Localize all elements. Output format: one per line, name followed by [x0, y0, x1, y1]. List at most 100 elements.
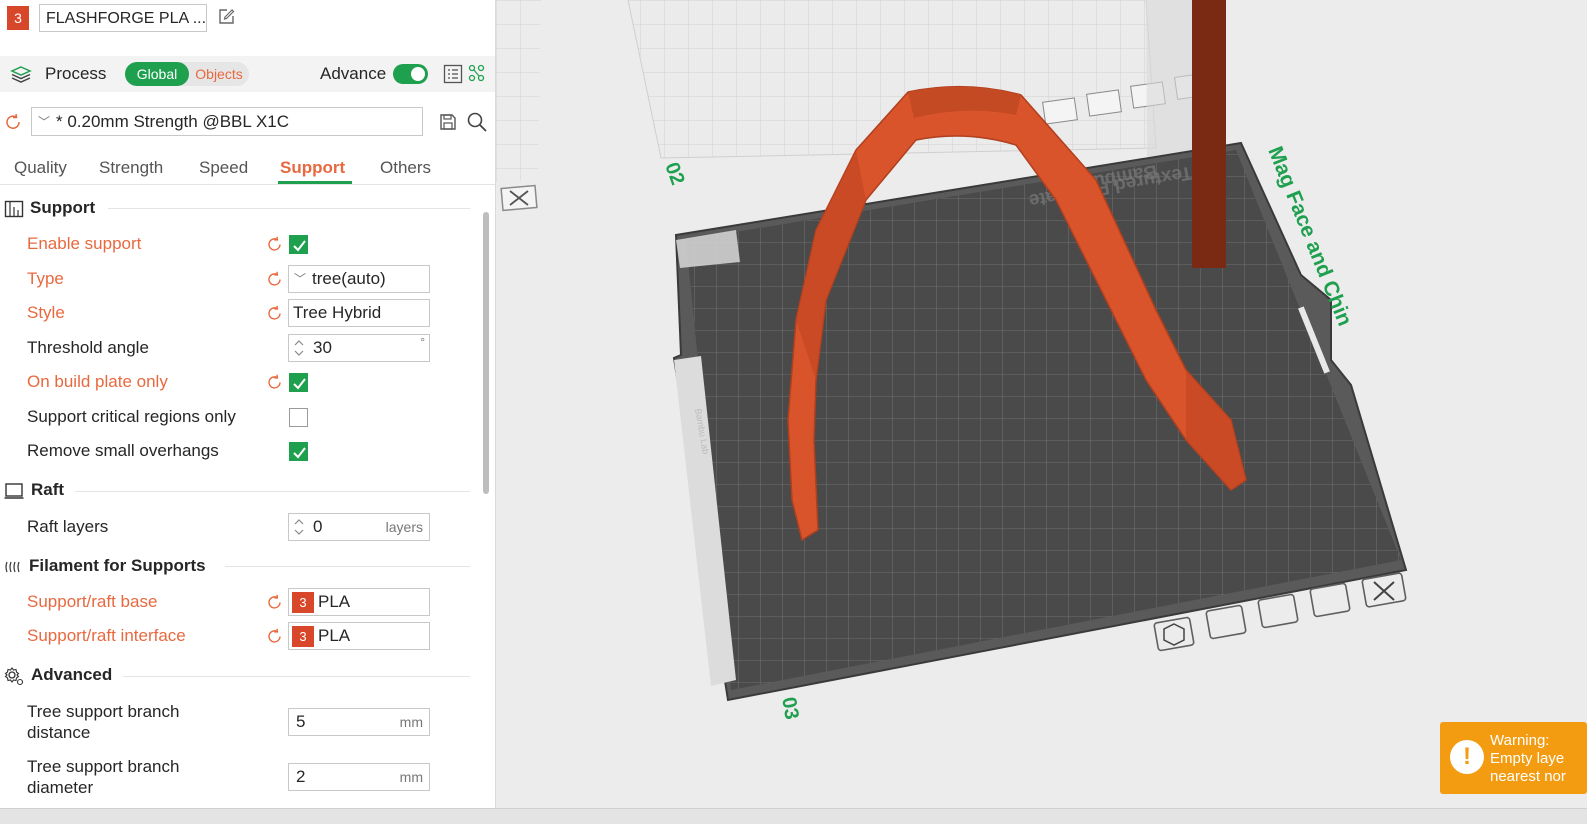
threshold-angle-value: 30 — [313, 338, 332, 357]
chevron-down-icon: ﹀ — [38, 115, 51, 129]
tab-quality[interactable]: Quality — [14, 158, 67, 178]
process-preset-select[interactable]: ﹀ * 0.20mm Strength @BBL X1C — [31, 107, 423, 136]
branch-diameter-label-line2: diameter — [27, 778, 94, 797]
support-base-label: Support/raft base — [27, 592, 158, 611]
process-bar: Process Global Objects Advance — [0, 56, 496, 92]
raft-layers-label: Raft layers — [27, 517, 109, 536]
reset-icon[interactable] — [266, 236, 283, 253]
settings-scrollbar[interactable] — [483, 212, 489, 494]
small-overhangs-checkbox[interactable] — [289, 442, 308, 461]
support-base-value: PLA — [318, 592, 351, 611]
process-label: Process — [45, 64, 107, 83]
branch-diameter-label-line1: Tree support branch — [27, 757, 180, 776]
branch-diameter-unit: mm — [399, 769, 423, 785]
tabs-divider — [0, 184, 496, 185]
branch-diameter-value: 2 — [296, 767, 306, 786]
section-title-raft: Raft — [31, 480, 65, 499]
support-interface-label: Support/raft interface — [27, 626, 186, 645]
critical-regions-label: Support critical regions only — [27, 407, 236, 426]
enable-support-checkbox[interactable] — [289, 235, 308, 254]
plate-02-close-icon[interactable] — [500, 184, 538, 212]
style-label: Style — [27, 303, 65, 322]
reset-icon[interactable] — [266, 305, 283, 322]
branch-distance-value: 5 — [296, 712, 306, 731]
edit-icon[interactable] — [217, 8, 235, 26]
warning-icon: ! — [1450, 740, 1484, 774]
branch-distance-unit: mm — [399, 714, 423, 730]
raft-layers-value: 0 — [313, 517, 323, 536]
filament-icon — [5, 561, 20, 573]
section-divider — [75, 491, 470, 492]
branch-diameter-input[interactable]: 2 mm — [288, 763, 430, 791]
type-select[interactable]: ﹀ tree(auto) — [288, 265, 430, 293]
section-divider — [225, 566, 470, 567]
support-interface-value: PLA — [318, 626, 351, 645]
support-base-select[interactable]: 3 PLA — [288, 588, 430, 616]
enable-support-label: Enable support — [27, 234, 142, 253]
branch-distance-label-line1: Tree support branch — [27, 702, 180, 721]
tab-speed[interactable]: Speed — [199, 158, 248, 178]
tab-support[interactable]: Support — [280, 158, 345, 178]
filament-badge: 3 — [292, 626, 314, 647]
warning-line2: Empty laye — [1490, 750, 1565, 767]
tab-others[interactable]: Others — [380, 158, 431, 178]
threshold-angle-label: Threshold angle — [27, 338, 149, 357]
branch-distance-label-line2: distance — [27, 723, 91, 742]
plate-02-label: 02 — [660, 160, 688, 188]
compare-list-icon[interactable] — [443, 64, 463, 84]
reset-icon[interactable] — [266, 628, 283, 645]
build-plate-only-label: On build plate only — [27, 372, 168, 391]
spinner-icon[interactable] — [293, 338, 305, 358]
plate-03-label: 03 — [777, 695, 803, 721]
warning-text: Warning: Empty laye nearest nor — [1490, 732, 1566, 786]
filament-badge: 3 — [292, 592, 314, 613]
global-objects-toggle[interactable]: Global Objects — [125, 62, 249, 86]
style-select[interactable]: Tree Hybrid — [288, 299, 430, 327]
small-overhangs-label: Remove small overhangs — [27, 441, 219, 460]
wipe-tower[interactable] — [1192, 0, 1226, 268]
objects-tab[interactable]: Objects — [189, 62, 249, 86]
warning-line3: nearest nor — [1490, 768, 1566, 785]
tab-strength[interactable]: Strength — [99, 158, 163, 178]
advance-label: Advance — [320, 64, 387, 83]
support-icon — [4, 200, 24, 218]
preset-name: * 0.20mm Strength @BBL X1C — [56, 112, 290, 131]
critical-regions-checkbox[interactable] — [289, 408, 308, 427]
build-plate-only-checkbox[interactable] — [289, 373, 308, 392]
warning-line1: Warning: — [1490, 732, 1550, 749]
type-label: Type — [27, 269, 64, 288]
layers-icon — [10, 66, 32, 83]
support-interface-select[interactable]: 3 PLA — [288, 622, 430, 650]
chevron-down-icon: ﹀ — [294, 272, 307, 286]
search-icon[interactable] — [466, 111, 488, 133]
advance-switch[interactable] — [393, 64, 428, 84]
section-divider — [123, 676, 470, 677]
raft-icon — [4, 483, 24, 499]
save-icon[interactable] — [438, 112, 458, 132]
raft-layers-input[interactable]: 0 layers — [288, 513, 430, 541]
3d-viewport[interactable]: 02 Textured PEI Plate Bambu Bambu Lab Ma… — [496, 0, 1587, 823]
reset-icon[interactable] — [266, 374, 283, 391]
section-title-filament-supports: Filament for Supports — [29, 556, 206, 575]
section-title-support: Support — [30, 198, 96, 217]
degree-unit: ° — [420, 335, 425, 349]
reset-icon[interactable] — [266, 271, 283, 288]
filament-selector[interactable]: FLASHFORGE PLA ... — [39, 4, 207, 32]
reset-preset-icon[interactable] — [4, 113, 22, 131]
scene-canvas[interactable]: 02 Textured PEI Plate Bambu Bambu Lab Ma… — [496, 0, 1587, 823]
spinner-icon[interactable] — [293, 517, 305, 537]
reset-icon[interactable] — [266, 594, 283, 611]
gear-icon — [4, 667, 24, 686]
raft-layers-unit: layers — [385, 519, 423, 535]
global-tab[interactable]: Global — [125, 62, 189, 86]
settings-panel: 3 FLASHFORGE PLA ... Process Global Obje… — [0, 0, 496, 823]
branch-distance-input[interactable]: 5 mm — [288, 708, 430, 736]
filament-index-badge[interactable]: 3 — [7, 6, 29, 30]
section-title-advanced: Advanced — [31, 665, 113, 684]
section-divider — [108, 208, 470, 209]
threshold-angle-input[interactable]: 30 ° — [288, 334, 430, 362]
settings-tree-icon[interactable] — [468, 64, 486, 84]
warning-toast[interactable]: ! Warning: Empty laye nearest nor — [1440, 722, 1587, 794]
style-value: Tree Hybrid — [293, 303, 382, 322]
type-value: tree(auto) — [312, 269, 386, 288]
